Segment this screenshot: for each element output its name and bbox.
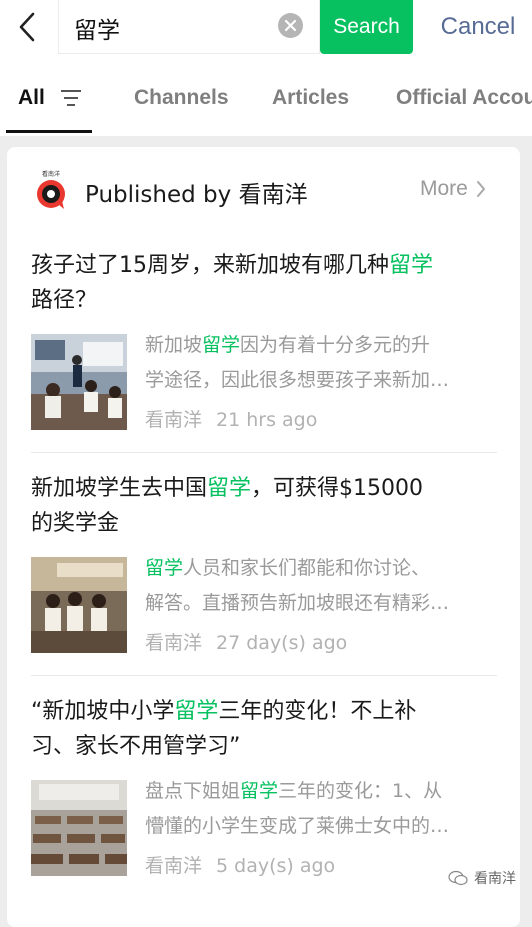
more-button[interactable]: More [420,177,486,201]
article-meta: 看南洋 21 hrs ago [145,405,317,432]
divider [31,452,497,453]
article-thumbnail [31,334,127,430]
desc-highlight: 留学 [240,780,279,802]
title-highlight: 留学 [389,253,434,278]
article-thumbnail [31,557,127,653]
clear-search-button[interactable] [278,13,303,38]
title-text: 路径？ [31,288,98,313]
back-button[interactable] [10,8,44,46]
publisher-header[interactable]: 看南洋 Published by 看南洋 More [7,147,520,229]
desc-text: 懵懂的小学生变成了莱佛士女中的… [145,815,450,837]
classroom-image [31,780,127,876]
classroom-image [31,334,127,430]
search-input[interactable]: 留学 [58,0,320,54]
article-title: 孩子过了15周岁，来新加坡有哪几种留学路径？ [31,248,497,318]
divider [31,675,497,676]
wechat-icon [448,870,468,886]
article-meta: 看南洋 27 day(s) ago [145,628,347,655]
search-bar: 留学 Search Cancel [0,0,532,56]
article-item[interactable]: 新加坡学生去中国留学，可获得$15000 的奖学金 留学人员和家长们都能和你讨论、… [31,471,497,671]
search-query[interactable]: 留学 [74,11,120,45]
active-tab-indicator [6,130,92,133]
cancel-button[interactable]: Cancel [424,10,532,44]
watermark-text: 看南洋 [474,871,516,887]
article-time: 21 hrs ago [216,409,318,431]
tab-official-accounts[interactable]: Official Accou [396,86,532,110]
publisher-logo-icon: 看南洋 [37,170,65,209]
article-item[interactable]: “新加坡中小学留学三年的变化！不上补 习、家长不用管学习” 盘点下姐姐留学三年的变… [31,694,497,894]
chevron-right-icon [476,181,485,197]
article-thumbnail [31,780,127,876]
title-text: 新加坡学生去中国 [31,476,208,501]
filter-tabs: All Channels Articles Official Accou [0,56,532,136]
article-item[interactable]: 孩子过了15周岁，来新加坡有哪几种留学 路径？ 新加坡留学因为有着十分多元的升 学… [31,248,497,448]
article-description: 新加坡留学因为有着十分多元的升 学途径，因此很多想要孩子来新加… [145,328,497,398]
tab-articles[interactable]: Articles [272,86,349,110]
event-image [31,557,127,653]
article-description: 盘点下姐姐留学三年的变化：1、从 懵懂的小学生变成了莱佛士女中的… [145,774,497,844]
desc-text: 人员和家长们都能和你讨论、 [183,557,431,579]
desc-text: 三年的变化：1、从 [278,780,443,802]
article-source: 看南洋 [145,855,203,877]
title-highlight: 留学 [174,699,219,724]
article-meta: 看南洋 5 day(s) ago [145,851,335,878]
desc-highlight: 留学 [145,557,184,579]
title-highlight: 留学 [207,476,252,501]
desc-text: 学途径，因此很多想要孩子来新加… [145,369,450,391]
desc-text: 因为有着十分多元的升 [240,334,431,356]
close-icon [284,19,297,32]
desc-highlight: 留学 [202,334,241,356]
title-text: 孩子过了15周岁，来新加坡有哪几种 [31,253,389,278]
article-time: 27 day(s) ago [216,632,348,654]
publisher-title: Published by 看南洋 [85,182,308,208]
title-text: 三年的变化！不上补 [218,699,417,724]
desc-text: 解答。直播预告新加坡眼还有精彩… [145,592,450,614]
article-title: 新加坡学生去中国留学，可获得$15000 的奖学金 [31,471,497,541]
results-card: 看南洋 Published by 看南洋 More 孩子过了15周岁，来新加坡有… [7,147,520,927]
title-text: “新加坡中小学 [31,699,175,724]
desc-text: 新加坡 [145,334,203,356]
svg-text:看南洋: 看南洋 [42,170,60,178]
article-time: 5 day(s) ago [216,855,336,877]
more-label: More [420,177,468,200]
title-text: ，可获得$15000 [251,476,424,501]
tab-channels[interactable]: Channels [134,86,229,110]
article-title: “新加坡中小学留学三年的变化！不上补习、家长不用管学习” [31,694,497,764]
tab-all[interactable]: All [18,86,45,110]
title-text: 的奖学金 [31,511,120,536]
desc-text: 盘点下姐姐 [145,780,241,802]
chevron-left-icon [19,12,35,42]
filter-icon[interactable] [60,89,82,107]
watermark: 看南洋 [448,868,516,888]
article-source: 看南洋 [145,409,203,431]
article-description: 留学人员和家长们都能和你讨论、 解答。直播预告新加坡眼还有精彩… [145,551,497,621]
search-button[interactable]: Search [320,0,413,54]
article-source: 看南洋 [145,632,203,654]
title-text: 习、家长不用管学习” [31,734,241,759]
